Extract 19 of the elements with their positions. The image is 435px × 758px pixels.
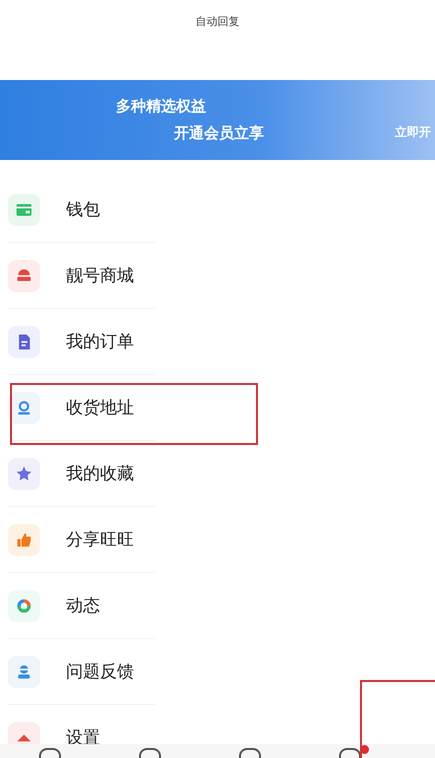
menu-item[interactable]: 问题反馈 <box>8 639 155 705</box>
menu-item[interactable]: 分享旺旺 <box>8 507 155 573</box>
membership-banner[interactable]: 多种精选权益 开通会员立享 立即开 <box>0 80 435 160</box>
ring-icon <box>8 590 40 622</box>
menu-item[interactable]: 我的订单 <box>8 309 155 375</box>
document-icon <box>8 326 40 358</box>
banner-title: 多种精选权益 <box>116 97 207 116</box>
menu-item[interactable]: 动态 <box>8 573 155 639</box>
shop-icon <box>8 260 40 292</box>
banner-subtitle: 开通会员立享 <box>174 124 264 143</box>
wallet-icon <box>8 194 40 226</box>
person-icon <box>8 656 40 688</box>
location-icon <box>8 392 40 424</box>
menu-item[interactable]: 我的收藏 <box>8 441 155 507</box>
menu-item[interactable]: 收货地址 <box>8 375 155 441</box>
menu-item[interactable]: 靓号商城 <box>8 243 155 309</box>
status-text: 自动回复 <box>196 14 240 30</box>
thumbs-up-icon <box>8 524 40 556</box>
menu-item[interactable]: 钱包 <box>8 177 155 243</box>
